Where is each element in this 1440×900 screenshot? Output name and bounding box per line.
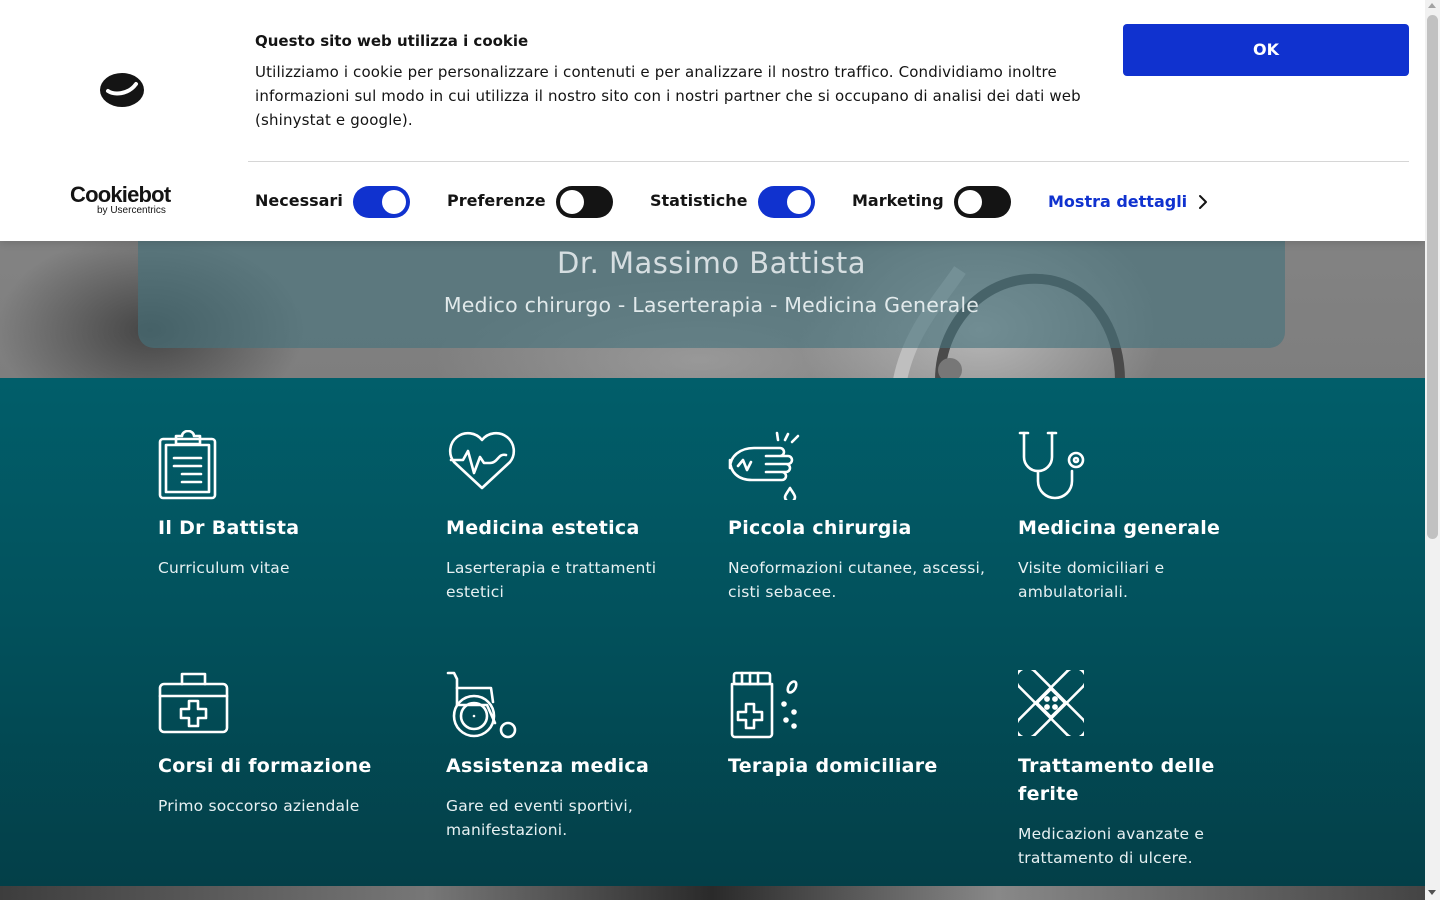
show-details-link[interactable]: Mostra dettagli	[1048, 192, 1187, 211]
background-strip	[0, 885, 1425, 900]
toggle-label-necessari: Necessari	[255, 191, 343, 210]
service-card-terapia-domiciliare[interactable]: Terapia domiciliare	[728, 670, 988, 777]
service-card-dr-battista[interactable]: Il Dr Battista Curriculum vitae	[158, 430, 418, 577]
toggle-statistiche[interactable]	[758, 186, 815, 218]
toggle-preferenze[interactable]	[556, 186, 613, 218]
service-title: Piccola chirurgia	[728, 517, 912, 539]
service-description: Laserterapia e trattamenti estetici	[446, 559, 657, 601]
cookie-text: Utilizziamo i cookie per personalizzare …	[255, 63, 1081, 129]
page-title: Dr. Massimo Battista	[556, 246, 867, 280]
service-title: Medicina estetica	[446, 517, 640, 539]
service-description: Visite domiciliari e ambulatoriali.	[1018, 559, 1165, 601]
bandage-icon	[1018, 670, 1084, 736]
service-description: Curriculum vitae	[158, 559, 290, 577]
service-title: Terapia domiciliare	[728, 755, 938, 777]
cookiebot-brand: Cookiebot by Usercentrics	[70, 182, 171, 216]
service-card-corsi-formazione[interactable]: Corsi di formazione Primo soccorso azien…	[158, 670, 418, 815]
service-title: Corsi di formazione	[158, 755, 372, 777]
cookie-title: Questo sito web utilizza i cookie	[255, 32, 529, 50]
service-description: Gare ed eventi sportivi, manifestazioni.	[446, 797, 634, 839]
medicine-bottle-icon	[730, 671, 798, 739]
service-description: Neoformazioni cutanee, ascessi, cisti se…	[728, 559, 986, 601]
service-title: Trattamento delle ferite	[1018, 755, 1215, 805]
toggle-label-marketing: Marketing	[852, 191, 944, 210]
pinch-drop-icon	[728, 431, 800, 500]
wheelchair-icon	[446, 671, 517, 739]
scrollbar-thumb[interactable]	[1427, 15, 1438, 539]
clipboard-icon	[158, 430, 217, 500]
service-card-trattamento-ferite[interactable]: Trattamento delle ferite Medicazioni ava…	[1018, 670, 1278, 867]
first-aid-kit-icon	[158, 672, 229, 734]
service-title: Assistenza medica	[446, 755, 650, 777]
service-card-assistenza-medica[interactable]: Assistenza medica Gare ed eventi sportiv…	[446, 670, 706, 839]
page-subtitle: Medico chirurgo - Laserterapia - Medicin…	[443, 293, 980, 317]
toggle-necessari[interactable]	[353, 186, 410, 218]
services-section: Il Dr Battista Curriculum vitae Medicina…	[0, 378, 1425, 886]
chevron-right-icon[interactable]	[1197, 194, 1209, 210]
heart-pulse-icon	[448, 431, 516, 490]
cookiebot-logo-icon	[100, 73, 144, 107]
toggle-knob	[560, 190, 584, 214]
toggle-label-preferenze: Preferenze	[447, 191, 546, 210]
ok-button[interactable]: OK	[1123, 24, 1409, 76]
toggle-knob	[382, 190, 406, 214]
service-description: Medicazioni avanzate e trattamento di ul…	[1018, 825, 1205, 867]
service-card-medicina-estetica[interactable]: Medicina estetica Laserterapia e trattam…	[446, 430, 706, 601]
brand-subtitle: by Usercentrics	[97, 205, 166, 216]
scrollbar[interactable]	[1425, 0, 1440, 900]
brand-name: Cookiebot	[70, 182, 171, 207]
scroll-up-arrow-icon[interactable]	[1428, 3, 1436, 8]
service-card-medicina-generale[interactable]: Medicina generale Visite domiciliari e a…	[1018, 430, 1278, 601]
divider	[248, 161, 1409, 162]
service-title: Il Dr Battista	[158, 517, 300, 539]
toggle-knob	[958, 190, 982, 214]
service-title: Medicina generale	[1018, 517, 1221, 539]
cookie-banner: Cookiebot by Usercentrics Questo sito we…	[0, 0, 1425, 241]
toggle-knob	[787, 190, 811, 214]
scroll-down-arrow-icon[interactable]	[1428, 890, 1436, 895]
service-description: Primo soccorso aziendale	[158, 797, 360, 815]
service-card-piccola-chirurgia[interactable]: Piccola chirurgia Neoformazioni cutanee,…	[728, 430, 988, 601]
toggle-label-statistiche: Statistiche	[650, 191, 748, 210]
stethoscope-icon	[1018, 431, 1085, 500]
toggle-marketing[interactable]	[954, 186, 1011, 218]
